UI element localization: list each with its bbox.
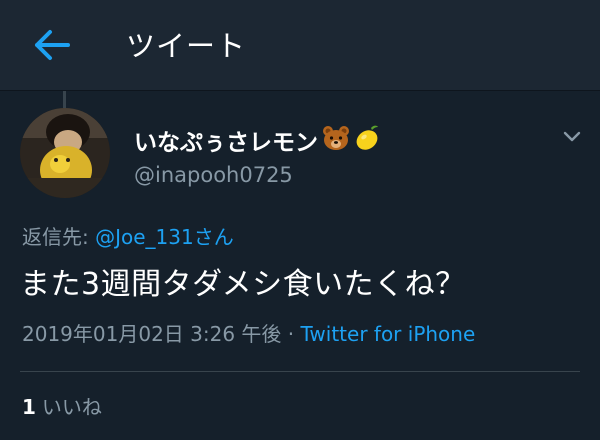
thread-connector-line xyxy=(63,91,66,109)
tweet-metadata: 2019年01月02日 3:26 午後 · Twitter for iPhone xyxy=(22,318,475,350)
avatar-photo xyxy=(20,108,110,198)
tweet-menu-button[interactable] xyxy=(560,124,584,148)
arrow-left-icon xyxy=(35,30,70,60)
tweet-timestamp[interactable]: 2019年01月02日 3:26 午後 xyxy=(22,322,281,346)
top-bar: ツイート xyxy=(0,0,600,91)
like-label: いいね xyxy=(41,395,102,419)
lemon-icon xyxy=(354,124,382,161)
page-title: ツイート xyxy=(126,29,247,63)
meta-separator: · xyxy=(281,322,301,346)
reply-prefix: 返信先: xyxy=(22,225,96,249)
divider xyxy=(20,371,580,372)
bear-face-icon xyxy=(322,125,350,160)
reply-suffix[interactable]: さん xyxy=(194,225,234,249)
tweet-source-link[interactable]: Twitter for iPhone xyxy=(301,322,476,346)
user-handle[interactable]: @inapooh0725 xyxy=(134,160,293,190)
avatar[interactable] xyxy=(20,108,110,198)
display-name[interactable]: いなぷぅさレモン xyxy=(134,124,382,161)
display-name-text: いなぷぅさレモン xyxy=(134,129,318,156)
chevron-down-icon xyxy=(563,131,581,142)
reply-context: 返信先: @Joe_131さん xyxy=(22,222,234,252)
reply-mention-link[interactable]: @Joe_131 xyxy=(95,225,194,249)
tweet-text: また3週間タダメシ食いたくね？ xyxy=(20,267,466,302)
likes-stat[interactable]: 1 いいね xyxy=(22,392,102,422)
back-button[interactable] xyxy=(26,22,78,68)
like-count: 1 xyxy=(22,395,36,419)
